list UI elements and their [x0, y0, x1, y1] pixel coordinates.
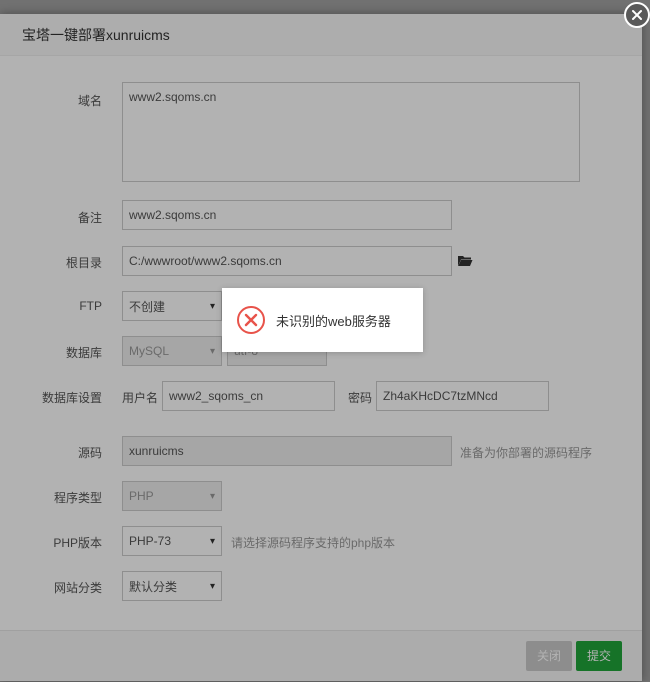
- remark-label: 备注: [77, 211, 102, 225]
- db-password-input[interactable]: Zh4aKHcDC7tzMNcd: [376, 381, 549, 411]
- source-input[interactable]: xunruicms: [122, 436, 452, 466]
- submit-button[interactable]: 提交: [576, 641, 622, 671]
- chevron-down-icon: ▾: [209, 490, 215, 502]
- db-user-label: 用户名: [122, 391, 159, 405]
- database-label: 数据库: [65, 346, 102, 360]
- dialog-footer: 关闭 提交: [0, 630, 642, 681]
- php-version-select[interactable]: PHP-73 ▾: [122, 526, 222, 556]
- program-type-label: 程序类型: [53, 491, 102, 505]
- program-type-select-value: PHP: [129, 489, 154, 503]
- dialog-title: 宝塔一键部署xunruicms: [0, 14, 642, 56]
- site-category-select[interactable]: 默认分类 ▾: [122, 571, 222, 601]
- db-settings-label: 数据库设置: [41, 391, 102, 405]
- folder-open-icon[interactable]: [457, 254, 473, 268]
- toast-message: 未识别的web服务器: [276, 313, 391, 329]
- error-circle-icon: [237, 306, 265, 334]
- db-user-input[interactable]: www2_sqoms_cn: [162, 381, 335, 411]
- ftp-select[interactable]: 不创建 ▾: [122, 291, 222, 321]
- program-type-select[interactable]: PHP ▾: [122, 481, 222, 511]
- root-label: 根目录: [65, 256, 102, 270]
- domain-label: 域名: [77, 94, 102, 108]
- root-input[interactable]: C:/wwwroot/www2.sqoms.cn: [122, 246, 452, 276]
- site-category-label: 网站分类: [53, 581, 102, 595]
- database-select[interactable]: MySQL ▾: [122, 336, 222, 366]
- chevron-down-icon: ▾: [209, 345, 215, 357]
- chevron-down-icon: ▾: [209, 535, 215, 547]
- close-button[interactable]: 关闭: [526, 641, 572, 671]
- site-category-select-value: 默认分类: [129, 579, 178, 594]
- php-version-select-value: PHP-73: [129, 534, 172, 548]
- php-version-hint: 请选择源码程序支持的php版本: [231, 536, 396, 550]
- domain-textarea[interactable]: www2.sqoms.cn: [122, 82, 580, 182]
- database-select-value: MySQL: [129, 344, 170, 358]
- db-password-label: 密码: [348, 391, 373, 405]
- source-hint: 准备为你部署的源码程序: [460, 446, 593, 460]
- close-icon[interactable]: [624, 2, 650, 28]
- error-toast: 未识别的web服务器: [222, 288, 423, 352]
- ftp-select-value: 不创建: [129, 299, 166, 314]
- ftp-label: FTP: [79, 299, 102, 313]
- source-label: 源码: [77, 446, 102, 460]
- php-version-label: PHP版本: [53, 536, 102, 550]
- remark-input[interactable]: www2.sqoms.cn: [122, 200, 452, 230]
- chevron-down-icon: ▾: [209, 300, 215, 312]
- chevron-down-icon: ▾: [209, 580, 215, 592]
